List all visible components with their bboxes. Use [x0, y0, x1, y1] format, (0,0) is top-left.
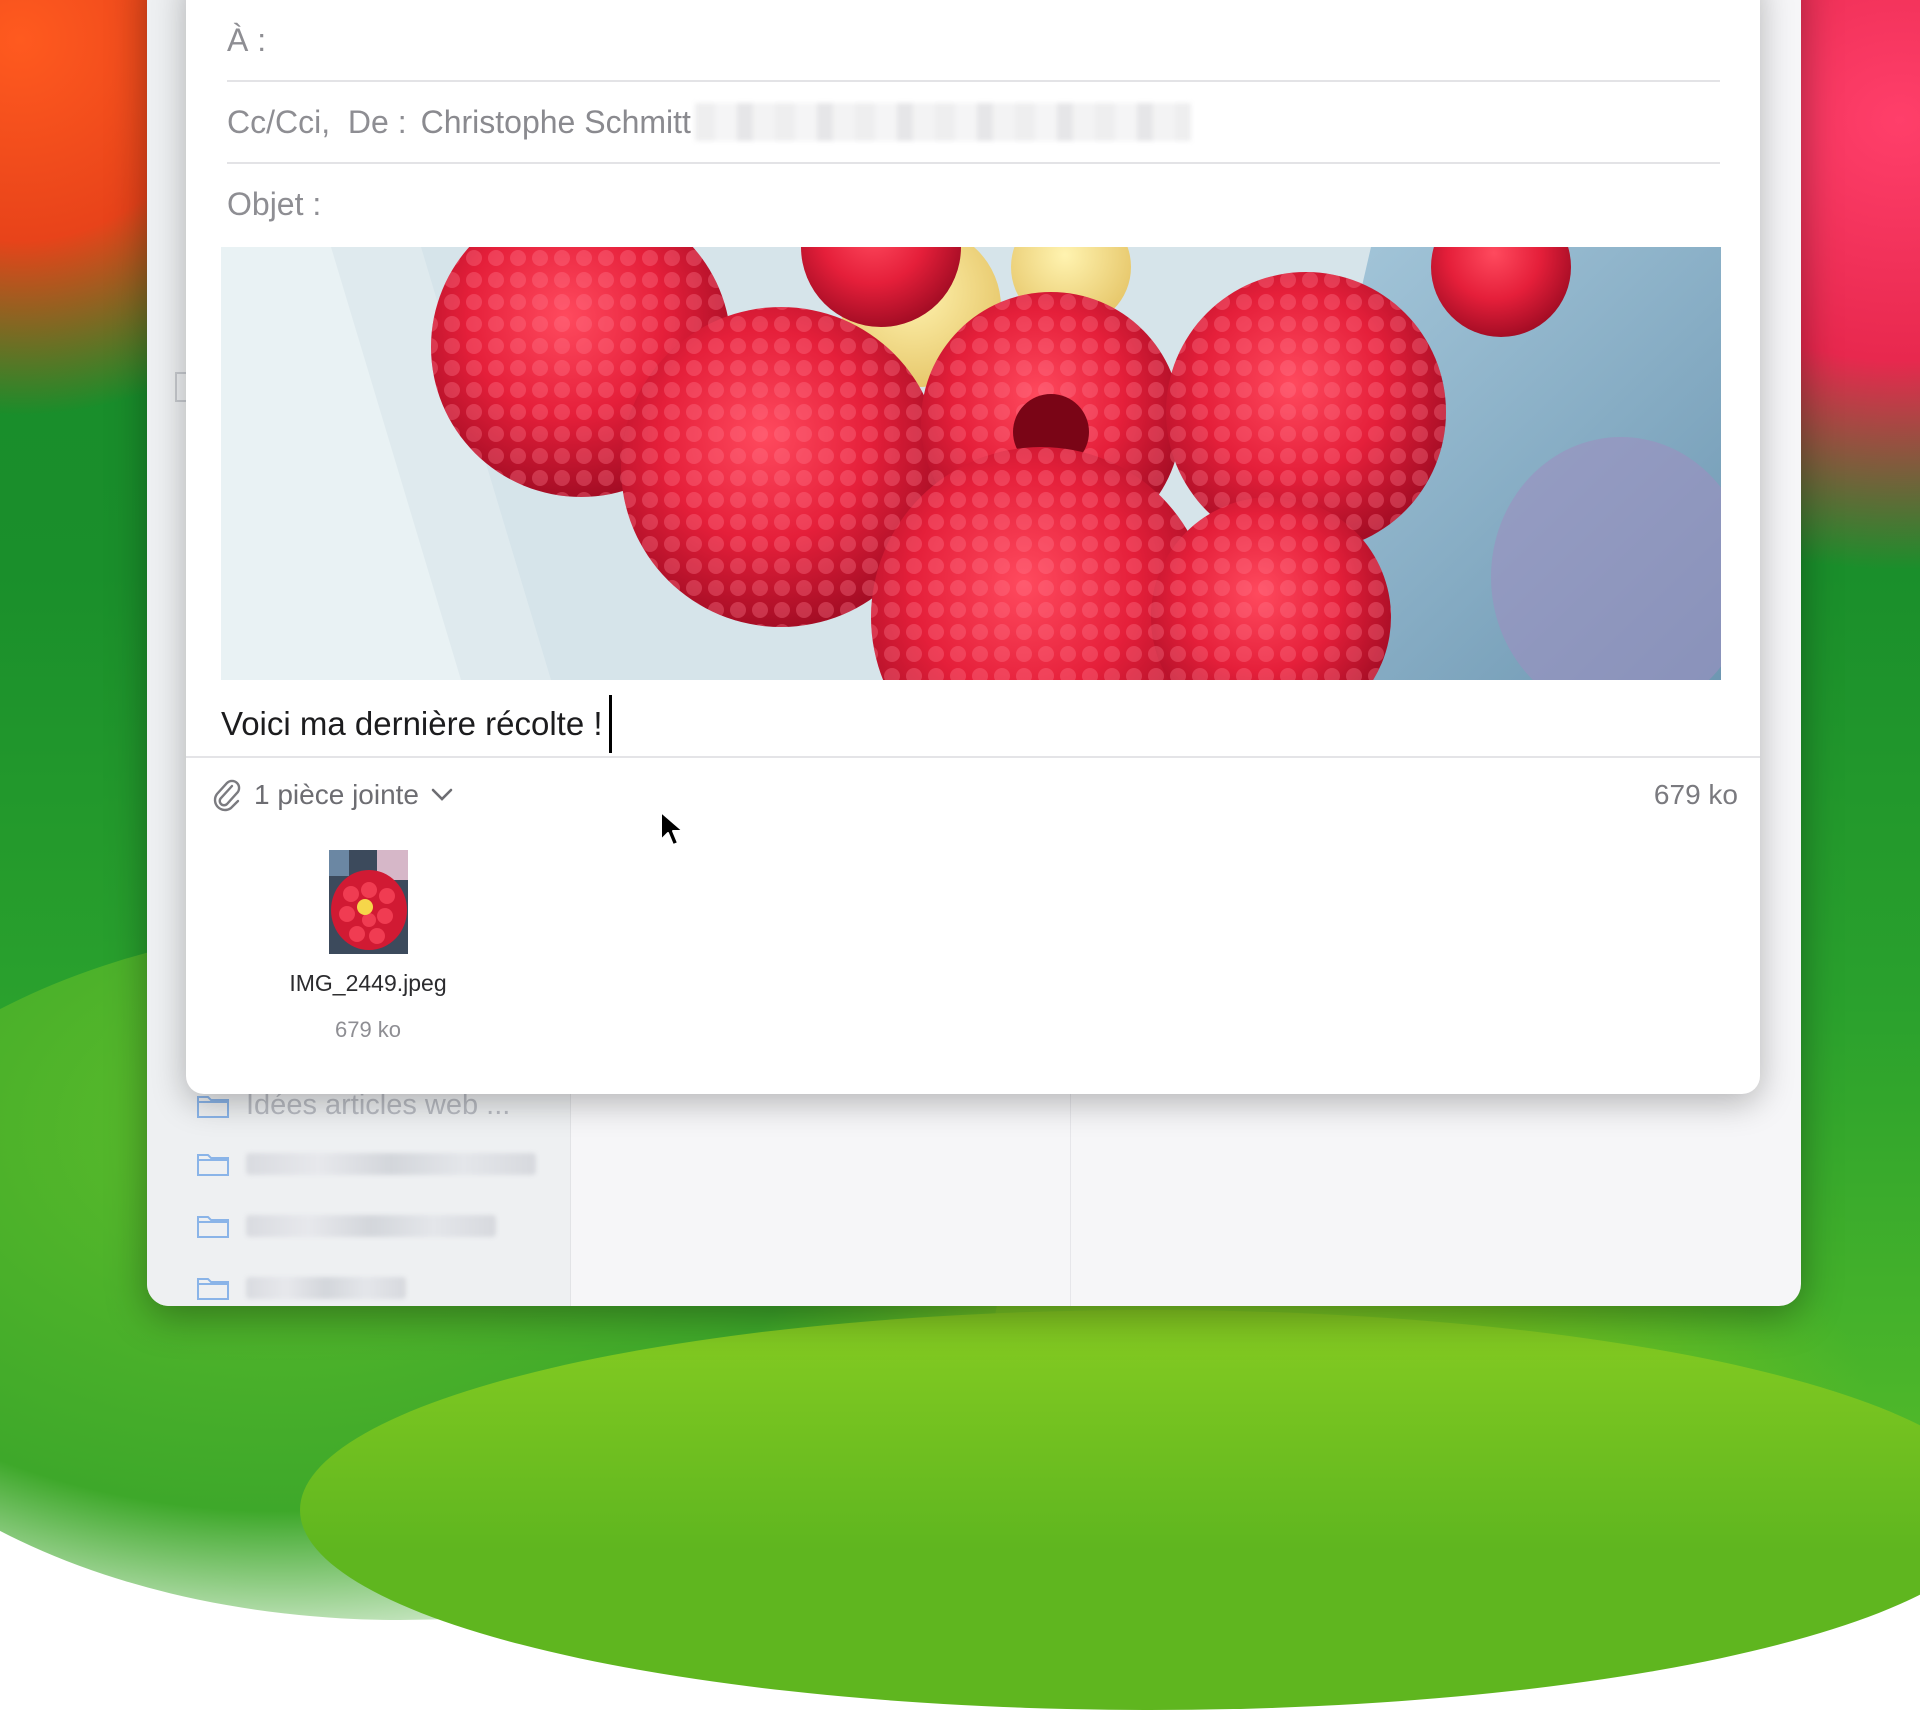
attachments-total-size: 679 ko [1653, 779, 1738, 810]
folder-icon [197, 1154, 229, 1176]
inline-photo-raspberries[interactable] [221, 247, 1721, 680]
subject-field[interactable]: Objet : [227, 164, 1720, 244]
body-text: Voici ma dernière récolte ! [221, 705, 603, 742]
text-caret [608, 695, 612, 753]
sidebar-folder-item[interactable] [196, 1151, 536, 1177]
attachment-thumbnail[interactable] [328, 850, 408, 954]
to-field[interactable]: À : [227, 0, 1720, 82]
attachments-summary: 1 pièce jointe [254, 779, 420, 810]
subject-label: Objet : [227, 185, 322, 222]
message-body[interactable]: Voici ma dernière récolte ! [221, 695, 612, 753]
redacted-email-address [694, 103, 1191, 141]
from-name[interactable]: Christophe Schmitt [421, 104, 691, 141]
folder-icon [197, 1216, 229, 1238]
attachment-filesize: 679 ko [334, 1017, 402, 1042]
folder-icon [197, 1095, 229, 1118]
attachments-toggle[interactable]: 1 pièce jointe [212, 778, 453, 812]
sidebar-folder-item[interactable] [196, 1213, 496, 1239]
attachment-filename: IMG_2449.jpeg [289, 970, 447, 996]
sidebar-folder-item[interactable] [196, 1275, 406, 1301]
cc-from-field[interactable]: Cc/Cci, De : Christophe Schmitt [227, 82, 1720, 164]
paperclip-icon [213, 779, 241, 812]
attachments-separator [186, 756, 1760, 758]
attachment-item[interactable]: IMG_2449.jpeg 679 ko [273, 850, 463, 1043]
to-label: À : [227, 21, 267, 58]
attachments-bar: 1 pièce jointe 679 ko [212, 765, 1738, 825]
chevron-down-icon [431, 788, 453, 801]
redacted-folder-label [246, 1215, 496, 1237]
cc-from-label[interactable]: Cc/Cci, De : [227, 104, 407, 141]
compose-window: À : Cc/Cci, De : Christophe Schmitt Obje… [186, 0, 1760, 1094]
folder-icon [197, 1278, 229, 1300]
redacted-folder-label [246, 1277, 406, 1299]
redacted-folder-label [246, 1153, 536, 1175]
mouse-pointer-icon [660, 811, 684, 846]
